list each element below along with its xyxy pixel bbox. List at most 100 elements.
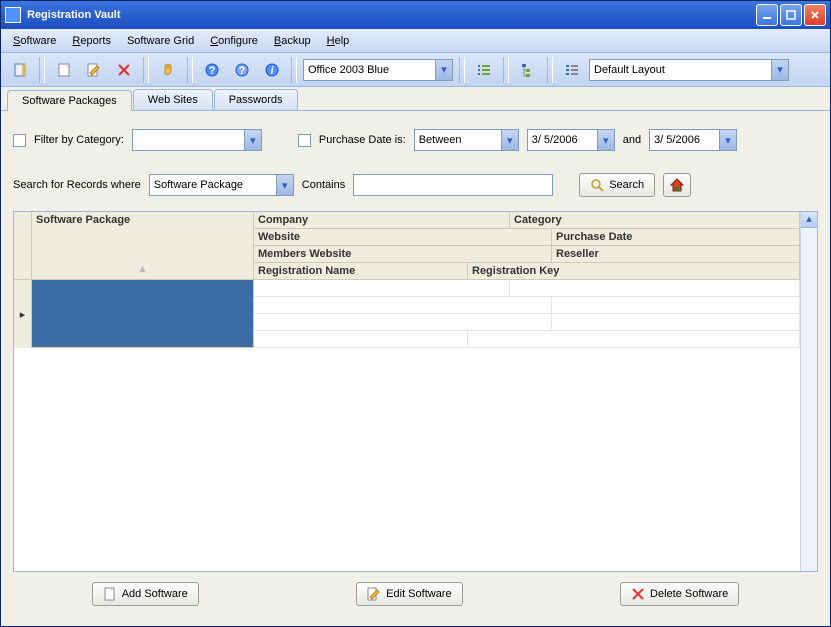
close-button[interactable] xyxy=(804,4,826,26)
chevron-down-icon[interactable]: ▾ xyxy=(771,60,788,80)
toolbar-separator xyxy=(503,57,509,83)
menu-configure[interactable]: Configure xyxy=(204,33,264,49)
cell[interactable] xyxy=(254,314,552,330)
menu-bar: Software Reports Software Grid Configure… xyxy=(1,29,830,53)
content-area: Filter by Category: ▾ Purchase Date is: … xyxy=(1,111,830,626)
row-header-corner[interactable] xyxy=(14,212,32,279)
edit-software-label: Edit Software xyxy=(386,588,451,600)
menu-backup[interactable]: Backup xyxy=(268,33,317,49)
list-view-icon[interactable] xyxy=(471,57,497,83)
cell[interactable] xyxy=(254,280,510,296)
cell[interactable] xyxy=(468,331,800,347)
new-document-icon xyxy=(103,587,117,601)
home-icon xyxy=(669,177,685,193)
tab-software-packages[interactable]: Software Packages xyxy=(7,90,132,111)
purchase-date-checkbox[interactable] xyxy=(298,134,311,147)
toolbar-separator xyxy=(39,57,45,83)
data-grid[interactable]: Software Package ▴ Company Category Webs… xyxy=(13,211,818,572)
cell[interactable] xyxy=(510,280,800,296)
delete-icon[interactable] xyxy=(111,57,137,83)
help-icon-2[interactable]: ? xyxy=(229,57,255,83)
col-registration-key[interactable]: Registration Key xyxy=(468,263,800,279)
minimize-button[interactable] xyxy=(756,4,778,26)
theme-combo-value: Office 2003 Blue xyxy=(308,64,435,76)
search-button[interactable]: Search xyxy=(579,173,655,197)
new-document-icon[interactable] xyxy=(51,57,77,83)
delete-software-button[interactable]: Delete Software xyxy=(620,582,739,606)
app-icon xyxy=(5,7,21,23)
search-label: Search for Records where xyxy=(13,179,141,191)
toolbar-button-1[interactable] xyxy=(7,57,33,83)
grid-header: Software Package ▴ Company Category Webs… xyxy=(14,212,800,280)
menu-software-grid[interactable]: Software Grid xyxy=(121,33,200,49)
search-field-value: Software Package xyxy=(154,179,276,191)
scroll-up-button[interactable]: ▴ xyxy=(801,212,817,228)
hand-icon[interactable] xyxy=(155,57,181,83)
toolbar: ? ? i Office 2003 Blue ▾ Default Layout … xyxy=(1,53,830,87)
chevron-down-icon[interactable]: ▾ xyxy=(501,130,518,150)
delete-software-label: Delete Software xyxy=(650,588,728,600)
date-to-picker[interactable]: 3/ 5/2006 ▾ xyxy=(649,129,737,151)
col-purchase-date[interactable]: Purchase Date xyxy=(552,229,800,245)
col-website[interactable]: Website xyxy=(254,229,552,245)
col-reseller[interactable]: Reseller xyxy=(552,246,800,262)
theme-combo[interactable]: Office 2003 Blue ▾ xyxy=(303,59,453,81)
tab-web-sites[interactable]: Web Sites xyxy=(133,89,213,110)
cell[interactable] xyxy=(254,331,468,347)
col-registration-name[interactable]: Registration Name xyxy=(254,263,468,279)
menu-help[interactable]: Help xyxy=(321,33,356,49)
edit-icon xyxy=(367,587,381,601)
col-company[interactable]: Company xyxy=(254,212,510,228)
category-combo[interactable]: ▾ xyxy=(132,129,262,151)
selected-cell[interactable] xyxy=(32,280,254,347)
grid-body: ▸ xyxy=(14,280,800,348)
tab-passwords[interactable]: Passwords xyxy=(214,89,298,110)
chevron-down-icon[interactable]: ▾ xyxy=(435,60,452,80)
svg-text:?: ? xyxy=(209,65,216,77)
home-button[interactable] xyxy=(663,173,691,197)
search-icon xyxy=(590,178,604,192)
search-input[interactable] xyxy=(353,174,553,196)
menu-reports[interactable]: Reports xyxy=(66,33,117,49)
help-icon[interactable]: ? xyxy=(199,57,225,83)
cell[interactable] xyxy=(552,314,800,330)
menu-software[interactable]: Software xyxy=(7,33,62,49)
edit-icon[interactable] xyxy=(81,57,107,83)
filter-row: Filter by Category: ▾ Purchase Date is: … xyxy=(13,129,818,151)
cell[interactable] xyxy=(552,297,800,313)
vertical-scrollbar[interactable]: ▴ xyxy=(800,212,817,571)
sort-indicator-icon: ▴ xyxy=(140,262,146,275)
toolbar-separator xyxy=(187,57,193,83)
layout-combo[interactable]: Default Layout ▾ xyxy=(589,59,789,81)
date-from-value: 3/ 5/2006 xyxy=(532,134,597,146)
delete-icon xyxy=(631,587,645,601)
col-members-website[interactable]: Members Website xyxy=(254,246,552,262)
chevron-down-icon[interactable]: ▾ xyxy=(597,130,614,150)
toolbar-separator xyxy=(143,57,149,83)
col-software-package[interactable]: Software Package ▴ xyxy=(32,212,254,279)
add-software-button[interactable]: Add Software xyxy=(92,582,199,606)
info-icon[interactable]: i xyxy=(259,57,285,83)
col-category[interactable]: Category xyxy=(510,212,800,228)
date-from-picker[interactable]: 3/ 5/2006 ▾ xyxy=(527,129,615,151)
detail-view-icon[interactable] xyxy=(559,57,585,83)
chevron-down-icon[interactable]: ▾ xyxy=(719,130,736,150)
toolbar-separator xyxy=(547,57,553,83)
date-mode-combo[interactable]: Between ▾ xyxy=(414,129,519,151)
add-software-label: Add Software xyxy=(122,588,188,600)
cell[interactable] xyxy=(254,297,552,313)
chevron-down-icon[interactable]: ▾ xyxy=(244,130,261,150)
title-bar: Registration Vault xyxy=(1,1,830,29)
edit-software-button[interactable]: Edit Software xyxy=(356,582,462,606)
layout-combo-value: Default Layout xyxy=(594,64,771,76)
toolbar-separator xyxy=(291,57,297,83)
tree-view-icon[interactable] xyxy=(515,57,541,83)
window-title: Registration Vault xyxy=(27,9,754,21)
chevron-down-icon[interactable]: ▾ xyxy=(276,175,293,195)
search-match-label: Contains xyxy=(302,179,345,191)
search-field-combo[interactable]: Software Package ▾ xyxy=(149,174,294,196)
purchase-date-label: Purchase Date is: xyxy=(319,134,406,146)
filter-category-checkbox[interactable] xyxy=(13,134,26,147)
row-indicator[interactable]: ▸ xyxy=(14,280,32,348)
maximize-button[interactable] xyxy=(780,4,802,26)
